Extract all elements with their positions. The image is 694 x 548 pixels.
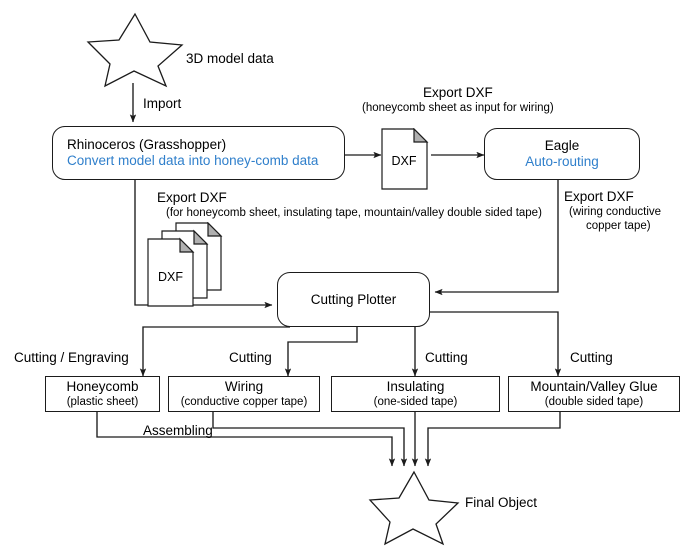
edge-label-export-dxf-mid-line2: (for honeycomb sheet, insulating tape, m…	[166, 207, 542, 219]
dxf-document-stack-label: DXF	[158, 270, 183, 284]
edge-label-cutting-3: Cutting	[425, 350, 468, 365]
edge-label-cutting-4: Cutting	[570, 350, 613, 365]
edge-label-export-dxf-right-line2: (wiring conductive	[569, 206, 662, 218]
output-box-insulating-subtitle: (one-sided tape)	[373, 396, 458, 408]
node-rhinoceros[interactable]: Rhinoceros (Grasshopper) Convert model d…	[52, 126, 345, 180]
output-box-wiring-subtitle: (conductive copper tape)	[180, 396, 308, 408]
edge-label-cutting-engraving: Cutting / Engraving	[14, 350, 129, 365]
edge-label-export-dxf-top-line2: (honeycomb sheet as input for wiring)	[362, 102, 554, 114]
node-eagle-title: Eagle	[544, 138, 580, 153]
dxf-document-icon[interactable]: DXF	[381, 127, 433, 195]
edge-label-export-dxf-right-line1: Export DXF	[564, 189, 634, 204]
node-cutting-plotter[interactable]: Cutting Plotter	[277, 272, 430, 327]
output-box-honeycomb[interactable]: Honeycomb (plastic sheet)	[45, 376, 160, 412]
node-rhinoceros-title: Rhinoceros (Grasshopper)	[67, 137, 227, 152]
edge-label-export-dxf-right: Export DXF (wiring conductive copper tap…	[564, 189, 661, 233]
edge-label-import: Import	[143, 96, 182, 111]
output-box-insulating[interactable]: Insulating (one-sided tape)	[331, 376, 500, 412]
output-box-insulating-title: Insulating	[386, 379, 445, 394]
edge-label-export-dxf-mid: Export DXF (for honeycomb sheet, insulat…	[157, 190, 542, 220]
top-star-label: 3D model data	[186, 51, 274, 66]
output-box-mountain-valley-glue[interactable]: Mountain/Valley Glue (double sided tape)	[508, 376, 680, 412]
node-eagle-subtitle: Auto-routing	[525, 154, 599, 169]
output-box-wiring[interactable]: Wiring (conductive copper tape)	[168, 376, 320, 412]
edge-label-export-dxf-top-line1: Export DXF	[422, 85, 493, 100]
edge-label-cutting-2: Cutting	[229, 350, 272, 365]
output-box-mountain-valley-glue-subtitle: (double sided tape)	[544, 396, 644, 408]
flowchart-diagram: 3D model data Import Rhinoceros (Grassho…	[0, 0, 694, 548]
node-eagle[interactable]: Eagle Auto-routing	[484, 128, 640, 180]
dxf-document-label: DXF	[391, 154, 417, 168]
output-box-honeycomb-title: Honeycomb	[66, 379, 139, 394]
edge-label-export-dxf-right-line3: copper tape)	[586, 220, 651, 232]
dxf-document-stack-icon[interactable]: DXF	[146, 221, 238, 313]
output-box-honeycomb-subtitle: (plastic sheet)	[66, 396, 139, 408]
node-rhinoceros-subtitle: Convert model data into honey-comb data	[67, 153, 319, 168]
edge-label-assembling: Assembling	[143, 423, 213, 438]
bottom-star-label: Final Object	[465, 495, 538, 510]
bottom-star-shape	[368, 470, 460, 548]
node-cutting-plotter-title: Cutting Plotter	[310, 291, 397, 307]
edge-label-export-dxf-top: Export DXF (honeycomb sheet as input for…	[362, 85, 554, 115]
output-box-wiring-title: Wiring	[224, 379, 264, 394]
output-box-mountain-valley-glue-title: Mountain/Valley Glue	[530, 379, 658, 394]
top-star-shape	[86, 12, 184, 93]
edge-label-export-dxf-mid-line1: Export DXF	[157, 190, 227, 205]
